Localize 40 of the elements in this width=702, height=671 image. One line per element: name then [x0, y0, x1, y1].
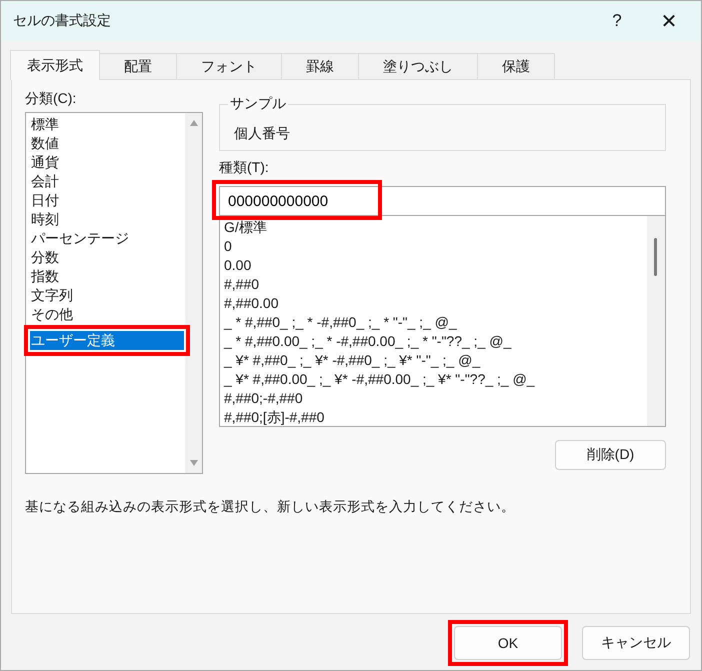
- format-item[interactable]: _ * #,##0.00_ ;_ * -#,##0.00_ ;_ * "-"??_ ;_ @_: [224, 332, 643, 351]
- category-item[interactable]: その他: [30, 305, 184, 324]
- tab[interactable]: 保護: [477, 53, 555, 79]
- format-item[interactable]: #,##0: [224, 275, 643, 294]
- category-item[interactable]: 分数: [30, 248, 184, 267]
- category-item[interactable]: 標準: [30, 115, 184, 134]
- format-item[interactable]: 0: [224, 237, 643, 256]
- sample-label: サンプル: [228, 94, 288, 112]
- category-item[interactable]: 時刻: [30, 210, 184, 229]
- category-item[interactable]: 文字列: [30, 286, 184, 305]
- scroll-up-icon[interactable]: [188, 119, 198, 127]
- format-item[interactable]: G/標準: [224, 218, 643, 237]
- category-item[interactable]: 数値: [30, 134, 184, 153]
- category-item[interactable]: 会計: [30, 172, 184, 191]
- help-button[interactable]: ?: [591, 11, 643, 31]
- format-item[interactable]: 0.00: [224, 256, 643, 275]
- format-item[interactable]: #,##0.00: [224, 294, 643, 313]
- description-text: 基になる組み込みの表示形式を選択し、新しい表示形式を入力してください。: [25, 498, 516, 516]
- ok-button[interactable]: OK: [454, 626, 562, 660]
- category-label: 分類(C):: [25, 89, 78, 108]
- category-item[interactable]: 日付: [30, 191, 184, 210]
- scroll-down-icon[interactable]: [188, 459, 198, 467]
- type-label: 種類(T):: [219, 158, 270, 177]
- scrollbar-thumb[interactable]: [654, 238, 657, 276]
- category-item[interactable]: ユーザー定義: [30, 331, 184, 350]
- format-item[interactable]: #,##0;-#,##0: [224, 389, 643, 408]
- category-item[interactable]: 指数: [30, 267, 184, 286]
- type-field[interactable]: 000000000000: [219, 186, 666, 216]
- window-title: セルの書式設定: [13, 12, 112, 30]
- delete-button[interactable]: 削除(D): [555, 440, 666, 470]
- sample-value: 個人番号: [234, 124, 290, 142]
- category-item[interactable]: 通貨: [30, 153, 184, 172]
- format-item[interactable]: #,##0;[赤]-#,##0: [224, 408, 643, 426]
- tab[interactable]: 表示形式: [10, 50, 100, 80]
- format-item[interactable]: _ ¥* #,##0.00_ ;_ ¥* -#,##0.00_ ;_ ¥* "-"??_ ;_ @_: [224, 370, 643, 389]
- close-button[interactable]: ✕: [643, 8, 695, 34]
- cancel-button[interactable]: キャンセル: [582, 626, 690, 660]
- format-item[interactable]: _ ¥* #,##0_ ;_ ¥* -#,##0_ ;_ ¥* "-"_ ;_ @_: [224, 351, 643, 370]
- category-item[interactable]: パーセンテージ: [30, 229, 184, 248]
- format-item[interactable]: _ * #,##0_ ;_ * -#,##0_ ;_ * "-"_ ;_ @_: [224, 313, 643, 332]
